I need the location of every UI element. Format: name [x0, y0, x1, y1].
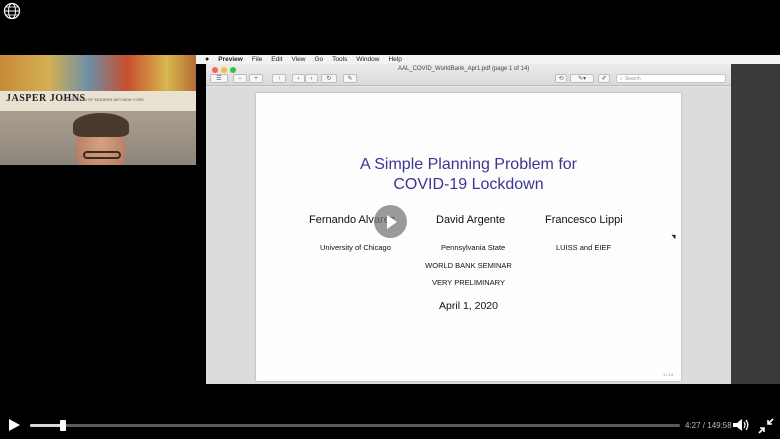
share-icon[interactable]: ↑: [272, 74, 286, 83]
draft-status: VERY PRELIMINARY: [432, 278, 505, 287]
menu-go[interactable]: Go: [314, 56, 323, 63]
slide-title-line1: A Simple Planning Problem for: [360, 156, 577, 173]
menu-preview[interactable]: Preview: [218, 56, 243, 63]
menu-file[interactable]: File: [252, 56, 262, 63]
webcam-feed: JASPER JOHNS THE MUSEUM OF MODERN ART NE…: [0, 55, 196, 165]
pdf-page: A Simple Planning Problem for COVID-19 L…: [256, 93, 681, 381]
poster-subtitle: THE MUSEUM OF MODERN ART NEW YORK: [60, 97, 145, 102]
volume-icon[interactable]: [732, 418, 750, 432]
play-button[interactable]: [9, 419, 20, 431]
page-number: 1 / 14: [662, 372, 673, 377]
seek-handle[interactable]: [59, 420, 66, 431]
presenter-glasses: [83, 151, 121, 159]
zoom-in-icon[interactable]: +: [249, 74, 263, 83]
close-window-button[interactable]: [212, 67, 218, 73]
author-affiliation: Pennsylvania State: [441, 243, 506, 252]
previous-page-icon[interactable]: ‹: [292, 74, 305, 83]
menu-view[interactable]: View: [292, 56, 306, 63]
author-affiliation: LUISS and EIEF: [556, 243, 612, 252]
seminar-name: WORLD BANK SEMINAR: [425, 261, 512, 270]
mac-menubar: ● Preview File Edit View Go Tools Window…: [196, 55, 780, 64]
presenter-hair: [73, 113, 129, 137]
preview-window: AAL_COVID_WorldBank_Apr1.pdf (page 1 of …: [206, 64, 731, 384]
pen-tool-icon[interactable]: ✎▾: [570, 74, 594, 83]
slide-title-line2: COVID-19 Lockdown: [393, 176, 544, 193]
exit-fullscreen-icon[interactable]: [758, 418, 774, 434]
rotate-icon[interactable]: ↻: [321, 74, 337, 83]
seek-bar[interactable]: [30, 424, 680, 427]
document-title: AAL_COVID_WorldBank_Apr1.pdf (page 1 of …: [398, 66, 530, 72]
playback-time: 4:27 / 149:58: [685, 421, 732, 430]
poster-artwork: [0, 55, 196, 95]
edit-tool-icon[interactable]: ✐: [598, 74, 610, 83]
window-titlebar: AAL_COVID_WorldBank_Apr1.pdf (page 1 of …: [206, 64, 731, 86]
author-name: Francesco Lippi: [545, 214, 623, 226]
sync-icon[interactable]: ⟲: [555, 74, 567, 83]
next-page-icon[interactable]: ›: [305, 74, 318, 83]
author-name: David Argente: [436, 214, 506, 226]
zoom-window-button[interactable]: [230, 67, 236, 73]
presentation-date: April 1, 2020: [439, 300, 498, 312]
search-input[interactable]: ⌕ Search: [616, 74, 726, 83]
video-player: JASPER JOHNS THE MUSEUM OF MODERN ART NE…: [0, 0, 780, 439]
menu-edit[interactable]: Edit: [271, 56, 282, 63]
play-icon: [387, 214, 397, 229]
desktop-background: [731, 64, 780, 384]
player-controls: 4:27 / 149:58: [0, 412, 780, 439]
globe-icon[interactable]: [3, 2, 21, 20]
sidebar-toggle-button[interactable]: ☰: [210, 74, 228, 83]
seek-progress: [30, 424, 63, 427]
author-affiliation: University of Chicago: [320, 243, 391, 252]
menu-window[interactable]: Window: [356, 56, 379, 63]
minimize-window-button[interactable]: [221, 67, 227, 73]
document-view[interactable]: A Simple Planning Problem for COVID-19 L…: [206, 87, 731, 384]
menu-help[interactable]: Help: [388, 56, 401, 63]
menu-tools[interactable]: Tools: [332, 56, 347, 63]
search-icon: ⌕: [620, 75, 623, 82]
markup-icon[interactable]: ✎: [343, 74, 357, 83]
play-overlay-button[interactable]: [374, 205, 407, 238]
window-controls: [212, 67, 236, 73]
apple-icon[interactable]: ●: [205, 56, 209, 63]
search-placeholder: Search: [624, 75, 641, 82]
zoom-out-icon[interactable]: −: [233, 74, 247, 83]
